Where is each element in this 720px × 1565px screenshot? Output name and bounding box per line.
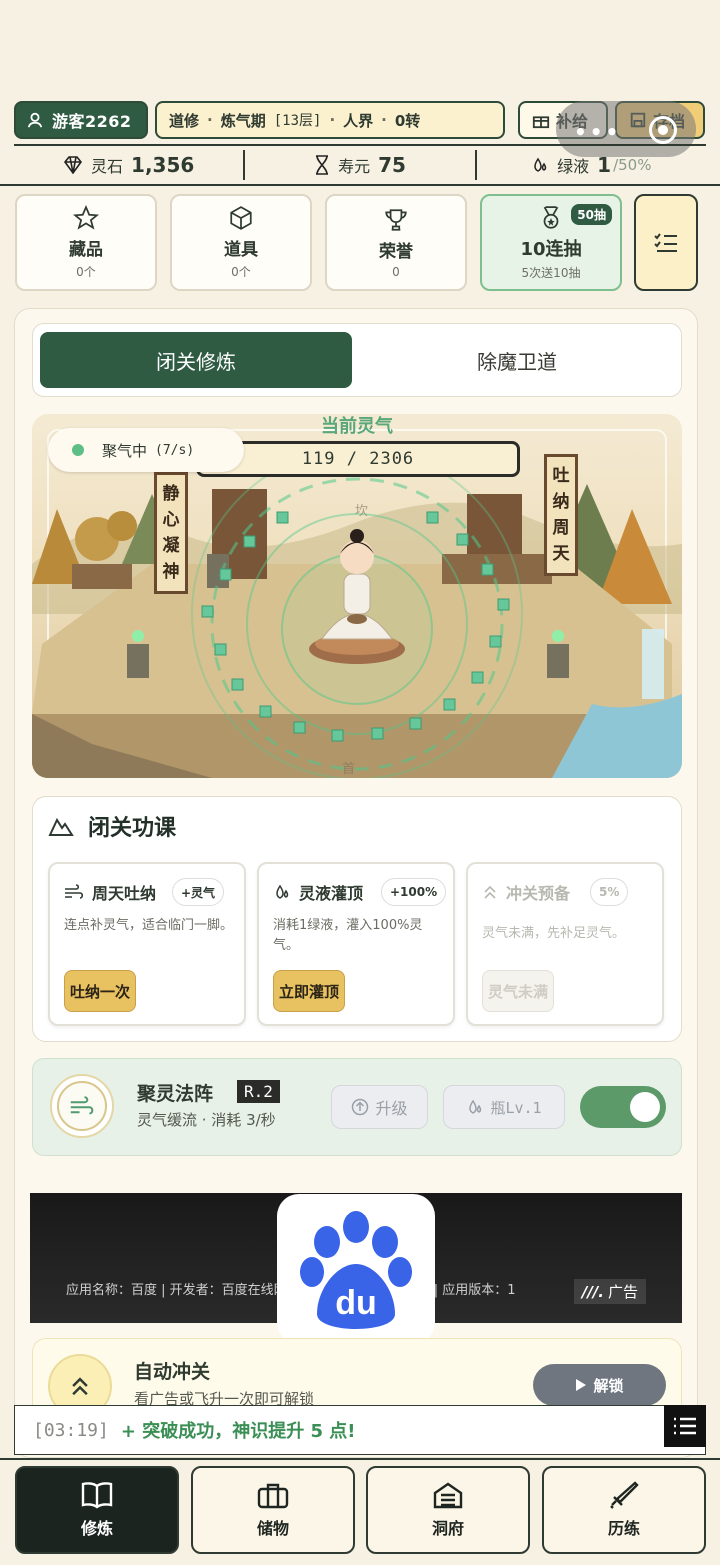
realm-world: 人界 (343, 111, 374, 130)
baidu-logo-text: du (335, 1284, 377, 1322)
sign-left: 静心凝神 (154, 472, 188, 594)
bag-icon (257, 1483, 289, 1509)
drops-icon (534, 157, 547, 172)
log-message: + 突破成功，神识提升 5 点! (120, 1421, 356, 1442)
book-icon (81, 1482, 113, 1509)
bottle-button[interactable]: 瓶Lv.1 (443, 1085, 565, 1129)
tab-demon-slaying[interactable]: 除魔卫道 (356, 332, 678, 388)
mountain-icon (48, 817, 74, 836)
lesson-card-breathing: 周天吐纳 +灵气 连点补灵气，适合临门一脚。 吐纳一次 (48, 862, 246, 1026)
lifespan-stat: 寿元 75 (243, 150, 474, 180)
cave-icon (433, 1482, 463, 1509)
medal-icon (543, 205, 559, 229)
log-time: [03:19] (33, 1419, 109, 1441)
baidu-logo-icon: du (277, 1194, 435, 1344)
task-list-button[interactable] (634, 194, 698, 291)
user-badge[interactable]: 游客2262 (14, 101, 148, 139)
nav-cultivation[interactable]: 修炼 (15, 1466, 179, 1554)
lesson-tag: +灵气 (172, 878, 225, 906)
arrow-up-circle-icon (352, 1098, 369, 1116)
checklist-icon (654, 232, 677, 252)
gift-icon (532, 116, 550, 129)
more-icon[interactable]: ••• (574, 120, 621, 144)
draw-badge: 50抽 (571, 204, 612, 225)
chevrons-up-icon (484, 885, 496, 899)
log-list-button[interactable] (664, 1405, 706, 1447)
nav-divider (0, 1458, 720, 1460)
lesson-card-infusion: 灵液灌顶 +100% 消耗1绿液，灌入100%灵气。 立即灌顶 (257, 862, 455, 1026)
formation-icon (50, 1074, 114, 1138)
diamond-icon (64, 156, 83, 174)
wind-icon (70, 1096, 94, 1115)
trigram-top: 坎 (355, 504, 369, 519)
items-card[interactable]: 道具 0个 (170, 194, 312, 291)
nav-storage[interactable]: 储物 (191, 1466, 355, 1554)
breakthrough-button[interactable]: 灵气未满 (482, 970, 555, 1012)
box-icon (230, 206, 252, 230)
realm-path: 道修 (169, 111, 200, 130)
drops-icon (276, 884, 289, 899)
spirit-stone-stat: 灵石 1,356 (14, 150, 243, 180)
nav-training[interactable]: 历练 (542, 1466, 706, 1554)
spirit-stone-value: 1,356 (131, 153, 195, 177)
upgrade-button[interactable]: 升级 (331, 1085, 428, 1129)
chevrons-up-icon (72, 1377, 88, 1396)
status-rate: (7/s) (155, 442, 195, 458)
formation-name: 聚灵法阵 (137, 1083, 214, 1105)
ad-label: ///. 广告 (573, 1279, 646, 1304)
status-dot-icon (72, 444, 84, 456)
user-icon (27, 112, 43, 128)
lessons-title: 闭关功课 (88, 816, 177, 841)
star-icon (73, 205, 99, 230)
formation-sub: 灵气缓流 · 消耗 3/秒 (137, 1111, 276, 1129)
trophy-icon (385, 208, 407, 231)
wind-icon (65, 884, 84, 899)
hourglass-icon (316, 155, 329, 175)
ten-draw-card[interactable]: 50抽 10连抽 5次送10抽 (480, 194, 622, 291)
nav-cave[interactable]: 洞府 (366, 1466, 530, 1554)
formation-rank: R.2 (237, 1080, 280, 1103)
lesson-desc: 连点补灵气，适合临门一脚。 (64, 918, 234, 933)
unlock-button[interactable]: 解锁 (533, 1364, 666, 1406)
close-mini-program-icon[interactable] (649, 116, 677, 144)
toggle-knob (630, 1092, 660, 1122)
lesson-tag: 5% (590, 878, 629, 906)
green-liquid-value: 1 (597, 153, 612, 177)
breathe-button[interactable]: 吐纳一次 (64, 970, 137, 1012)
lesson-desc: 消耗1绿液，灌入100%灵气。 (273, 918, 423, 953)
auto-breakthrough-title: 自动冲关 (134, 1361, 211, 1383)
header-divider (0, 184, 720, 186)
drops-icon (469, 1099, 482, 1114)
green-liquid-stat: 绿液 1 /50% (474, 150, 706, 180)
realm-rebirth: 0转 (394, 111, 421, 130)
lesson-desc: 灵气未满，先补足灵气。 (482, 926, 626, 941)
realm-layer: [13层] (273, 113, 322, 129)
formation-toggle[interactable] (580, 1086, 666, 1128)
qi-progress: 119 / 2306 (196, 441, 520, 477)
lifespan-value: 75 (378, 153, 406, 177)
resource-bar: 灵石 1,356 寿元 75 绿液 1 /50% (14, 144, 706, 184)
tab-seclusion[interactable]: 闭关修炼 (40, 332, 352, 388)
sword-icon (610, 1481, 639, 1509)
sign-right: 吐纳周天 (544, 454, 578, 576)
user-label: 游客2262 (52, 112, 132, 131)
status-label: 聚气中 (102, 441, 148, 460)
lesson-card-breakthrough: 冲关预备 5% 灵气未满，先补足灵气。 灵气未满 (466, 862, 664, 1026)
lesson-tag: +100% (381, 878, 447, 906)
honor-card[interactable]: 荣誉 0 (325, 194, 467, 291)
collection-card[interactable]: 藏品 0个 (15, 194, 157, 291)
realm-stage: 炼气期 (220, 111, 266, 130)
play-icon (576, 1379, 587, 1391)
event-log: [03:19] + 突破成功，神识提升 5 点! (14, 1405, 706, 1455)
list-icon (674, 1417, 696, 1435)
realm-badge: 道修 · 炼气期 [13层] · 人界 · 0转 (155, 101, 505, 139)
infuse-button[interactable]: 立即灌顶 (273, 970, 346, 1012)
trigram-bottom: 首 (342, 762, 356, 777)
gather-status: 聚气中 (7/s) (48, 428, 244, 472)
